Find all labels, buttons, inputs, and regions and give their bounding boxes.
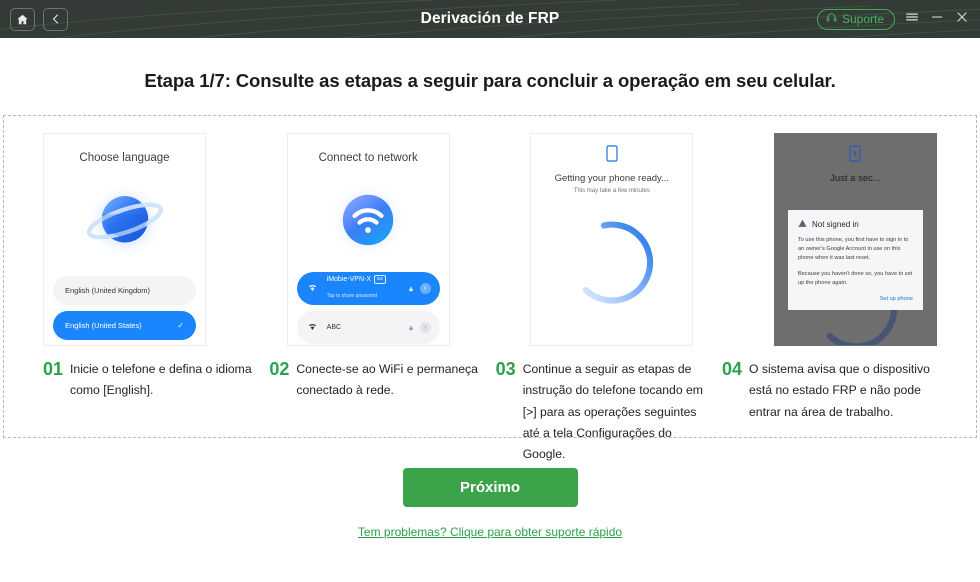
card3-title: Getting your phone ready... [554, 173, 670, 184]
phone-screen-3: Getting your phone ready... This may tak… [530, 133, 694, 346]
dialog-paragraph-1: To use this phone, you first have to sig… [797, 237, 909, 262]
phone-lock-icon [775, 134, 936, 167]
support-label: Suporte [841, 12, 884, 26]
chevron-right-icon[interactable]: › [419, 283, 431, 294]
minimize-button[interactable] [929, 11, 945, 27]
dialog-heading: Not signed in [811, 220, 859, 229]
phone-screen-1: Choose language English (United Kingdom)… [43, 133, 206, 346]
network-item-abc[interactable]: ABC › [296, 311, 440, 344]
support-button[interactable]: Suporte [816, 8, 895, 30]
language-list: English (United Kingdom) English (United… [53, 276, 196, 345]
globe-icon [44, 178, 205, 264]
steps-panel: Choose language English (United Kingdom)… [3, 115, 977, 461]
language-option-us-label: English (United States) [65, 321, 142, 330]
close-icon [955, 10, 969, 29]
title-bar: Derivación de FRP Suporte [0, 0, 980, 38]
caption-04-number: 04 [721, 359, 743, 379]
card-connect-network: Connect to network iMobie-VPN-X 5G Tap t… [286, 133, 450, 346]
caption-04-text: O sistema avisa que o dispositivo está n… [749, 362, 930, 419]
close-button[interactable] [954, 11, 970, 27]
caption-04: 04 O sistema avisa que o dispositivo est… [722, 359, 937, 466]
check-icon: ✓ [177, 321, 184, 330]
network-subtitle: Tap to share password [326, 292, 377, 299]
network-name-row: iMobie-VPN-X 5G [326, 275, 387, 284]
wifi-small-icon [307, 319, 318, 337]
card2-title: Connect to network [318, 152, 418, 164]
caption-01-text: Inicie o telefone e defina o idioma como… [70, 362, 252, 398]
not-signed-in-dialog: Not signed in To use this phone, you fir… [787, 210, 923, 311]
back-button[interactable] [43, 7, 68, 31]
card1-title: Choose language [79, 152, 170, 164]
page-title: Etapa 1/7: Consulte as etapas a seguir p… [144, 70, 836, 91]
network-name-row: ABC [327, 324, 341, 331]
network-item-imobie[interactable]: iMobie-VPN-X 5G Tap to share password › [296, 272, 440, 305]
caption-03-text: Continue a seguir as etapas de instrução… [522, 362, 703, 462]
network-name: ABC [326, 324, 342, 331]
quick-support-link[interactable]: Tem problemas? Clique para obter suporte… [0, 525, 980, 539]
caption-02-number: 02 [269, 359, 290, 379]
next-button[interactable]: Próximo [402, 468, 578, 507]
caption-01: 01 Inicie o telefone e defina o idioma c… [43, 359, 258, 466]
card-not-signed-in: Just a sec... Not signed in To use this … [773, 133, 937, 346]
network-badge: 5G [374, 275, 387, 284]
chevron-right-icon[interactable]: › [419, 322, 431, 333]
lock-icon [408, 280, 414, 298]
headset-icon [826, 12, 837, 26]
loading-spinner-icon [531, 216, 692, 311]
set-up-phone-link[interactable]: Set up phone [798, 296, 913, 302]
footer: Próximo Tem problemas? Clique para obter… [0, 468, 980, 539]
caption-03: 03 Continue a seguir as etapas de instru… [496, 359, 711, 466]
caption-03-number: 03 [495, 359, 516, 379]
network-list: iMobie-VPN-X 5G Tap to share password › … [296, 272, 440, 345]
lock-icon [408, 319, 414, 337]
chevron-left-icon [50, 13, 62, 25]
dialog-paragraph-2: Because you haven't done so, you have to… [797, 270, 913, 286]
card-getting-ready: Getting your phone ready... This may tak… [530, 133, 694, 346]
caption-02: 02 Conecte-se ao WiFi e permaneça conect… [269, 359, 484, 466]
home-icon [16, 13, 29, 26]
card4-title: Just a sec... [830, 173, 881, 184]
wifi-small-icon [307, 280, 318, 298]
wifi-icon [288, 178, 449, 262]
caption-02-text: Conecte-se ao WiFi e permaneça conectado… [296, 362, 478, 398]
network-name: iMobie-VPN-X [326, 276, 372, 283]
dialog-heading-row: Not signed in [798, 219, 913, 230]
screenshot-cards: Choose language English (United Kingdom)… [4, 116, 976, 346]
language-option-uk[interactable]: English (United Kingdom) [53, 276, 196, 305]
step-captions: 01 Inicie o telefone e defina o idioma c… [4, 346, 976, 466]
card-choose-language: Choose language English (United Kingdom)… [43, 133, 206, 346]
language-option-us[interactable]: English (United States) ✓ [53, 311, 196, 340]
caption-01-number: 01 [43, 359, 64, 379]
phone-screen-4: Just a sec... Not signed in To use this … [773, 133, 937, 346]
menu-button[interactable] [904, 11, 920, 27]
hamburger-icon [905, 10, 919, 29]
warning-icon [798, 219, 807, 230]
minimize-icon [930, 10, 944, 29]
language-option-uk-label: English (United Kingdom) [65, 286, 151, 295]
card3-subtitle: This may take a few minutes [573, 188, 650, 194]
phone-icon [531, 134, 692, 167]
home-button[interactable] [10, 7, 35, 31]
phone-screen-2: Connect to network iMobie-VPN-X 5G Tap t… [286, 133, 450, 346]
